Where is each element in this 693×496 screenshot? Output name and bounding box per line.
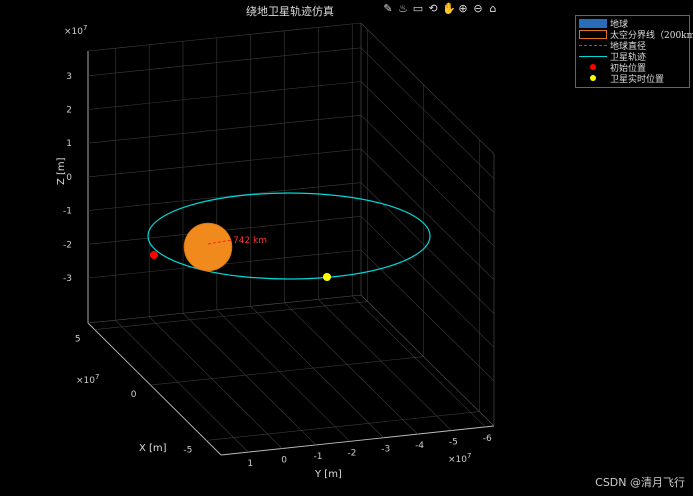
y-tick-label: -6 bbox=[483, 434, 492, 444]
y-gridline bbox=[284, 302, 418, 435]
x-tick-label: 0 bbox=[131, 390, 137, 400]
z-gridline bbox=[87, 114, 362, 144]
legend-marker bbox=[590, 64, 596, 70]
y-tick-label: -1 bbox=[314, 452, 323, 462]
z-gridline bbox=[360, 114, 495, 247]
rotate-icon[interactable]: ⟲ bbox=[427, 3, 439, 15]
axes-toolbar: ✎ ♨ ▭ ⟲ ✋ ⊕ ⊖ ⌂ bbox=[382, 3, 499, 19]
floor-edge bbox=[87, 294, 362, 324]
z-tick-label: 1 bbox=[66, 139, 72, 149]
y-tick-label: -2 bbox=[347, 448, 356, 458]
z-gridline bbox=[360, 148, 495, 281]
x-gridline bbox=[150, 356, 424, 386]
y-axis-label: Y [m] bbox=[314, 469, 342, 480]
y-tick-label: -4 bbox=[415, 441, 424, 451]
z-exponent-label: ×107 bbox=[64, 24, 87, 37]
legend-swatch bbox=[579, 63, 607, 72]
home-icon[interactable]: ⌂ bbox=[487, 3, 499, 15]
legend-swatch bbox=[579, 19, 607, 28]
legend-swatch bbox=[579, 56, 607, 57]
y-tick-label: 0 bbox=[281, 456, 287, 466]
y-tick-label: -5 bbox=[449, 438, 458, 448]
top-edge bbox=[87, 22, 362, 52]
legend-marker bbox=[590, 75, 596, 81]
legend-swatch bbox=[579, 30, 607, 39]
z-gridline bbox=[87, 81, 362, 110]
y-gridline bbox=[216, 309, 351, 442]
z-tick-label: 0 bbox=[66, 173, 72, 183]
edit-icon[interactable]: ✎ bbox=[382, 3, 394, 15]
x-gridline bbox=[206, 411, 480, 441]
y-gridline bbox=[182, 313, 317, 446]
y-gridline bbox=[352, 295, 486, 428]
x-axis-label: X [m] bbox=[139, 443, 167, 454]
z-gridline bbox=[87, 148, 362, 178]
y-gridline bbox=[148, 316, 283, 449]
brush-icon[interactable]: ♨ bbox=[397, 3, 409, 15]
datatip-icon[interactable]: ▭ bbox=[412, 3, 424, 15]
tick-labels: 3 2 1 0 -1 -2 -3 5 0 -5 1 0 -1 -2 -3 -4 -5 -6 bbox=[63, 72, 492, 469]
y-exponent-label: ×107 bbox=[448, 452, 471, 465]
z-tick-label: -2 bbox=[63, 240, 72, 250]
legend-swatch bbox=[579, 74, 607, 83]
y-gridline bbox=[250, 306, 384, 438]
y-tick-label: -3 bbox=[381, 445, 390, 455]
z-axis-label: Z [m] bbox=[56, 157, 67, 185]
legend-label: 卫星实时位置 bbox=[610, 75, 665, 85]
z-gridline bbox=[87, 47, 362, 77]
earth-sphere bbox=[183, 222, 233, 272]
legend-swatch bbox=[579, 45, 607, 46]
z-gridline bbox=[360, 81, 495, 213]
z-gridline bbox=[360, 216, 495, 348]
satellite-position-marker bbox=[323, 273, 331, 281]
diameter-annotation: 742 km bbox=[233, 236, 267, 246]
watermark: CSDN @清月飞行 bbox=[595, 476, 685, 489]
x-gridline bbox=[94, 301, 368, 330]
z-tick-label: -1 bbox=[63, 207, 72, 217]
floor-edge bbox=[360, 294, 495, 427]
x-tick-label: 5 bbox=[75, 335, 81, 345]
y-tick-label: 1 bbox=[247, 459, 253, 469]
y-gridline bbox=[115, 319, 249, 453]
x-tick-label: -5 bbox=[183, 445, 192, 455]
z-gridline bbox=[360, 182, 495, 314]
z-tick-label: 2 bbox=[66, 106, 72, 116]
x-exponent-label: ×107 bbox=[76, 373, 99, 386]
zoom-in-icon[interactable]: ⊕ bbox=[457, 3, 469, 15]
z-gridline bbox=[360, 47, 495, 180]
z-tick-label: -3 bbox=[63, 274, 72, 284]
pan-icon[interactable]: ✋ bbox=[442, 3, 456, 15]
z-gridline bbox=[87, 182, 362, 211]
z-tick-label: 3 bbox=[66, 72, 72, 82]
top-edge bbox=[360, 22, 495, 155]
initial-position-marker bbox=[150, 251, 158, 259]
legend: 地球太空分界线（200km）地球直径卫星轨迹初始位置卫星实时位置 bbox=[575, 15, 693, 88]
legend-item: 卫星实时位置 bbox=[576, 73, 665, 85]
x-axis-line bbox=[87, 322, 222, 456]
zoom-out-icon[interactable]: ⊖ bbox=[472, 3, 484, 15]
